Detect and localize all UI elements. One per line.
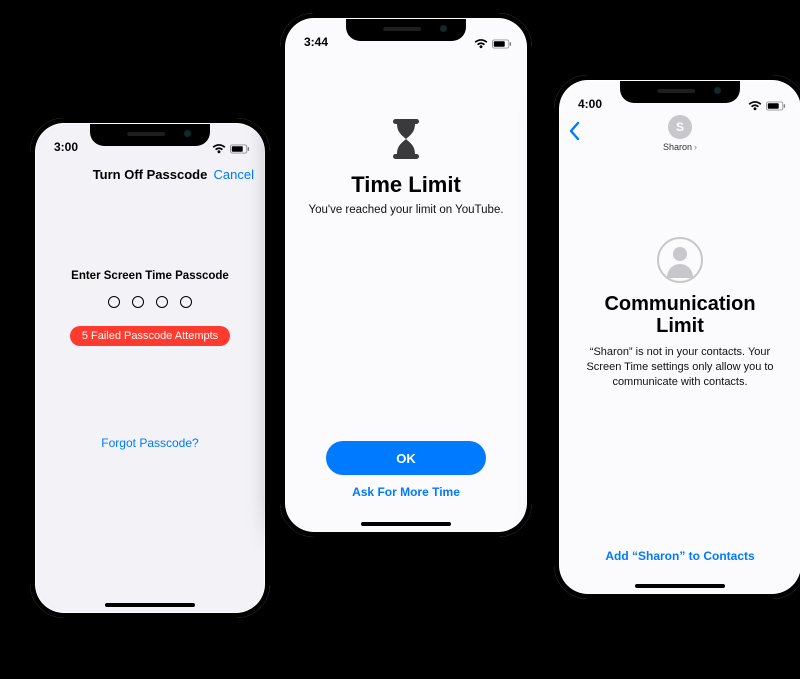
home-indicator[interactable]: [105, 603, 195, 607]
passcode-prompt: Enter Screen Time Passcode: [71, 270, 229, 282]
notch: [90, 124, 210, 146]
contact-silhouette-icon: [657, 237, 703, 283]
hourglass-icon: [389, 119, 423, 164]
screen: 3:00 Turn Off Passcode Cancel Enter Scre…: [36, 124, 264, 612]
contact-initial: S: [676, 120, 684, 134]
wifi-icon: [748, 101, 762, 111]
battery-icon: [492, 39, 512, 49]
battery-icon: [766, 101, 786, 111]
description: “Sharon” is not in your contacts. Your S…: [582, 345, 778, 390]
ask-more-time-link[interactable]: Ask For More Time: [352, 485, 460, 499]
screen: 4:00 S Sharon: [560, 81, 800, 593]
passcode-dots[interactable]: [108, 296, 192, 308]
pin-dot: [180, 296, 192, 308]
pin-dot: [108, 296, 120, 308]
pin-dot: [132, 296, 144, 308]
forgot-passcode-link[interactable]: Forgot Passcode?: [101, 436, 198, 450]
subtitle: You've reached your limit on YouTube.: [308, 204, 503, 216]
battery-icon: [230, 144, 250, 154]
home-indicator[interactable]: [361, 522, 451, 526]
wifi-icon: [474, 39, 488, 49]
cancel-button[interactable]: Cancel: [214, 167, 254, 182]
contact-name-label: Sharon: [663, 142, 692, 152]
wifi-icon: [212, 144, 226, 154]
ok-button[interactable]: OK: [326, 441, 486, 475]
status-time: 4:00: [574, 97, 602, 111]
screen: 3:44: [286, 19, 526, 531]
notch: [620, 81, 740, 103]
notch: [346, 19, 466, 41]
status-time: 3:00: [50, 140, 78, 154]
home-indicator[interactable]: [635, 584, 725, 588]
error-badge: 5 Failed Passcode Attempts: [70, 326, 230, 346]
phone-time-limit: 3:44: [280, 13, 532, 537]
add-to-contacts-link[interactable]: Add “Sharon” to Contacts: [605, 549, 754, 563]
phone-communication-limit: 4:00 S Sharon: [554, 75, 800, 599]
contact-name-button[interactable]: Sharon ›: [663, 142, 697, 152]
back-button[interactable]: [568, 121, 582, 146]
nav-bar: Turn Off Passcode Cancel: [36, 156, 264, 192]
phone-passcode: 3:00 Turn Off Passcode Cancel Enter Scre…: [30, 118, 270, 618]
pin-dot: [156, 296, 168, 308]
chevron-right-icon: ›: [694, 142, 697, 152]
status-time: 3:44: [300, 35, 328, 49]
page-title: Communication Limit: [582, 293, 778, 337]
page-title: Time Limit: [351, 172, 461, 198]
contact-avatar-small[interactable]: S: [668, 115, 692, 139]
